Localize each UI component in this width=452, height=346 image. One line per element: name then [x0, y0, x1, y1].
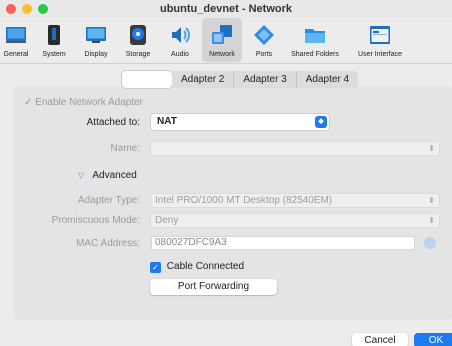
system-icon — [48, 25, 60, 45]
promiscuous-mode-label: Promiscuous Mode: — [51, 215, 140, 226]
toolbar-label: Shared Folders — [291, 51, 339, 58]
tab-adapter-2[interactable]: Adapter 2 — [172, 71, 235, 88]
promiscuous-mode-select[interactable]: Deny ⬍ — [150, 213, 440, 228]
display-icon — [86, 27, 106, 43]
toolbar-label: General — [3, 51, 29, 58]
enable-adapter-label: Enable Network Adapter — [35, 97, 144, 108]
toolbar-label: Ports — [255, 51, 273, 58]
toolbar-label: Display — [84, 51, 108, 58]
toolbar-audio[interactable]: Audio — [160, 18, 200, 62]
tab-adapter-1[interactable] — [122, 71, 172, 88]
checkbox-checked-icon: ✓ — [150, 262, 161, 273]
tab-adapter-4[interactable]: Adapter 4 — [296, 71, 359, 88]
toolbar-storage[interactable]: Storage — [118, 18, 158, 62]
window-title: ubuntu_devnet - Network — [159, 3, 292, 15]
toolbar-network[interactable]: Network — [202, 18, 242, 62]
port-forwarding-button[interactable]: Port Forwarding — [150, 279, 277, 295]
toolbar-system[interactable]: System — [34, 18, 74, 62]
toolbar-ports[interactable]: Ports — [244, 18, 284, 62]
adapter-type-value: Intel PRO/1000 MT Desktop (82540EM) — [155, 195, 333, 206]
toolbar-label: User Interface — [358, 51, 402, 58]
advanced-label: Advanced — [92, 170, 137, 181]
toolbar-label: System — [42, 51, 66, 58]
disclosure-triangle-icon: ▽ — [78, 171, 85, 180]
shared-folders-icon — [305, 29, 325, 43]
toolbar-label: Storage — [125, 51, 151, 58]
enable-adapter-checkbox[interactable]: ✓ Enable Network Adapter — [24, 97, 143, 108]
cable-connected-checkbox[interactable]: ✓ Cable Connected — [150, 261, 244, 273]
settings-toolbar: General System Display Storage Audio Net… — [0, 18, 452, 64]
general-icon — [6, 27, 26, 43]
adapter-type-label: Adapter Type: — [77, 195, 140, 206]
name-label: Name: — [110, 143, 140, 154]
cable-connected-label: Cable Connected — [166, 261, 245, 272]
refresh-mac-icon[interactable] — [424, 237, 436, 249]
ok-button[interactable]: OK — [414, 333, 452, 346]
attached-to-value: NAT — [157, 116, 177, 127]
promiscuous-mode-value: Deny — [155, 215, 179, 226]
audio-icon — [172, 27, 190, 43]
toolbar-label: Network — [209, 51, 235, 58]
adapter-tabs: Adapter 2 Adapter 3 Adapter 4 — [122, 71, 359, 88]
attached-to-select[interactable]: NAT ◆ — [151, 114, 329, 130]
storage-icon — [130, 25, 146, 45]
up-down-chevron-icon: ⬍ — [428, 144, 435, 153]
toolbar-display[interactable]: Display — [76, 18, 116, 62]
user-interface-icon — [370, 26, 390, 44]
toolbar-user-interface[interactable]: User Interface — [350, 18, 410, 62]
adapter-type-select[interactable]: Intel PRO/1000 MT Desktop (82540EM) ⬍ — [150, 193, 440, 208]
checkmark-icon: ✓ — [24, 97, 33, 108]
toolbar-general[interactable]: General — [0, 18, 32, 62]
cancel-button[interactable]: Cancel — [352, 333, 408, 346]
title-bar: ubuntu_devnet - Network — [0, 0, 452, 18]
name-select[interactable]: ⬍ — [150, 141, 440, 156]
up-down-chevron-icon: ⬍ — [428, 216, 435, 225]
ports-icon — [254, 25, 274, 45]
mac-address-field[interactable]: 080027DFC9A3 — [151, 236, 415, 250]
attached-to-label: Attached to: — [86, 117, 140, 128]
tab-adapter-3[interactable]: Adapter 3 — [234, 71, 297, 88]
network-icon — [212, 25, 232, 44]
advanced-disclosure[interactable]: ▽ Advanced — [78, 170, 137, 181]
mac-address-label: MAC Address: — [76, 238, 140, 249]
toolbar-label: Audio — [171, 51, 189, 58]
toolbar-shared-folders[interactable]: Shared Folders — [286, 18, 344, 62]
popup-chevron-icon: ◆ — [315, 116, 327, 128]
up-down-chevron-icon: ⬍ — [428, 196, 435, 205]
